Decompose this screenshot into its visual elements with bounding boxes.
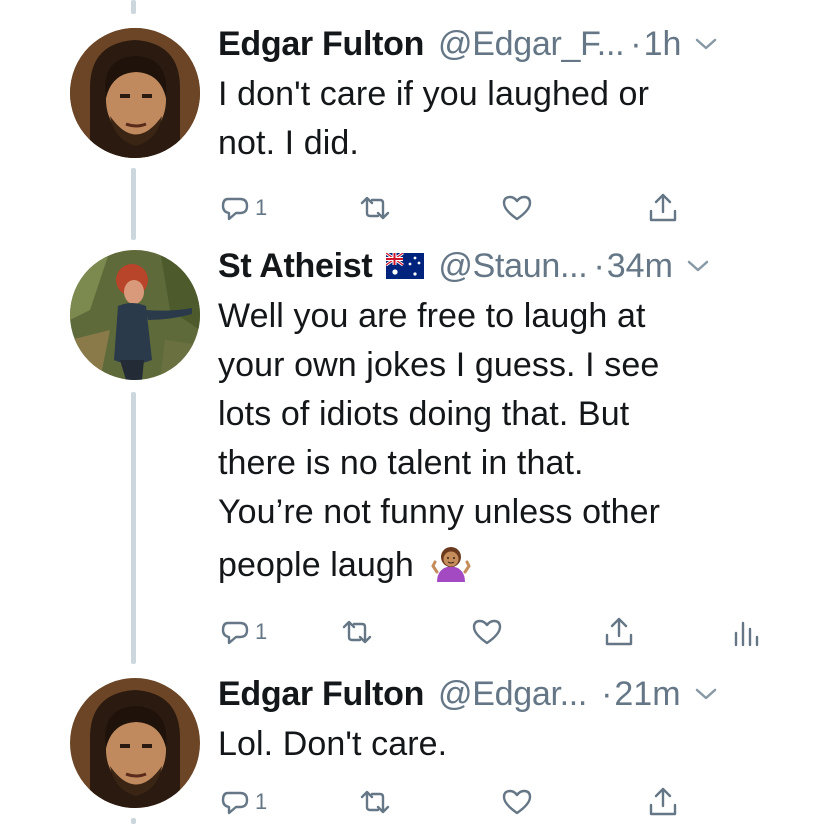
australia-flag-icon xyxy=(386,253,425,279)
tweet-text-line: Well you are free to laugh at xyxy=(218,297,646,335)
chevron-down-icon[interactable] xyxy=(695,37,717,51)
tweet-text: Lol. Don't care. xyxy=(218,720,778,769)
reply-icon xyxy=(221,197,249,221)
separator-dot: · xyxy=(630,24,642,63)
avatar[interactable] xyxy=(70,28,200,158)
tweet-text-line: there is no talent in that. xyxy=(218,444,584,482)
tweet-text-line: Lol. Don't care. xyxy=(218,725,448,763)
tweet-text-line: your own jokes I guess. I see xyxy=(218,346,660,384)
like-icon xyxy=(472,619,502,645)
reply-count: 1 xyxy=(255,789,268,814)
retweet-icon xyxy=(360,196,390,220)
timestamp[interactable]: 34m xyxy=(607,247,673,286)
share-button[interactable] xyxy=(646,782,680,822)
thread-line-top xyxy=(131,0,136,14)
tweet-header: St Atheist @Staun... · 34m xyxy=(218,244,778,288)
avatar[interactable] xyxy=(70,250,200,380)
retweet-button[interactable] xyxy=(340,612,374,652)
retweet-button[interactable] xyxy=(358,188,392,228)
share-icon xyxy=(649,193,677,222)
avatar[interactable] xyxy=(70,678,200,808)
tweet-header: Edgar Fulton @Edgar_F... · 1h xyxy=(218,22,778,66)
reply-button[interactable]: 1 xyxy=(218,612,267,652)
tweet-text-line: not. I did. xyxy=(218,124,359,162)
display-name[interactable]: Edgar Fulton xyxy=(218,675,424,714)
chevron-down-icon[interactable] xyxy=(687,259,709,273)
tweet-text-line: You’re not funny unless other xyxy=(218,493,661,531)
share-button[interactable] xyxy=(602,612,636,652)
reply-button[interactable]: 1 xyxy=(218,188,267,228)
timestamp[interactable]: 21m xyxy=(614,675,680,714)
display-name[interactable]: St Atheist xyxy=(218,247,373,286)
shrug-emoji-icon xyxy=(431,547,472,582)
tweet-header: Edgar Fulton @Edgar... · 21m xyxy=(218,672,778,716)
analytics-button[interactable] xyxy=(728,612,762,652)
tweet-actions: 1 xyxy=(218,782,778,822)
share-icon xyxy=(605,617,633,646)
tweet-actions: 1 xyxy=(218,612,778,652)
tweet-actions: 1 xyxy=(218,188,778,228)
like-button[interactable] xyxy=(500,782,534,822)
separator-dot: · xyxy=(601,674,613,713)
tweet-text: I don't care if you laughed or not. I di… xyxy=(218,70,778,168)
tweet-text-line-last: people laugh xyxy=(218,541,778,590)
display-name[interactable]: Edgar Fulton xyxy=(218,25,424,64)
share-icon xyxy=(649,787,677,816)
reply-icon xyxy=(221,791,249,815)
retweet-icon xyxy=(342,620,372,644)
reply-count: 1 xyxy=(255,619,268,644)
thread-line-1 xyxy=(131,168,136,240)
retweet-icon xyxy=(360,790,390,814)
tweet-text: Well you are free to laugh at your own j… xyxy=(218,292,778,590)
share-button[interactable] xyxy=(646,188,680,228)
reply-icon xyxy=(221,621,249,645)
thread-line-2 xyxy=(131,392,136,664)
tweet-text-line: I don't care if you laughed or xyxy=(218,75,649,113)
separator-dot: · xyxy=(593,246,605,285)
chevron-down-icon[interactable] xyxy=(695,687,717,701)
tweet-text-line: lots of idiots doing that. But xyxy=(218,395,630,433)
user-handle[interactable]: @Staun... xyxy=(438,247,587,286)
like-button[interactable] xyxy=(500,188,534,228)
like-icon xyxy=(502,195,532,221)
reply-count: 1 xyxy=(255,195,268,220)
tweet-text-fragment: people laugh xyxy=(218,546,414,584)
like-icon xyxy=(502,789,532,815)
reply-button[interactable]: 1 xyxy=(218,782,267,822)
analytics-icon xyxy=(734,621,759,647)
like-button[interactable] xyxy=(470,612,504,652)
retweet-button[interactable] xyxy=(358,782,392,822)
thread-line-bottom xyxy=(131,818,136,824)
user-handle[interactable]: @Edgar_F... xyxy=(438,25,625,64)
user-handle[interactable]: @Edgar... xyxy=(438,675,587,714)
timestamp[interactable]: 1h xyxy=(644,25,682,64)
